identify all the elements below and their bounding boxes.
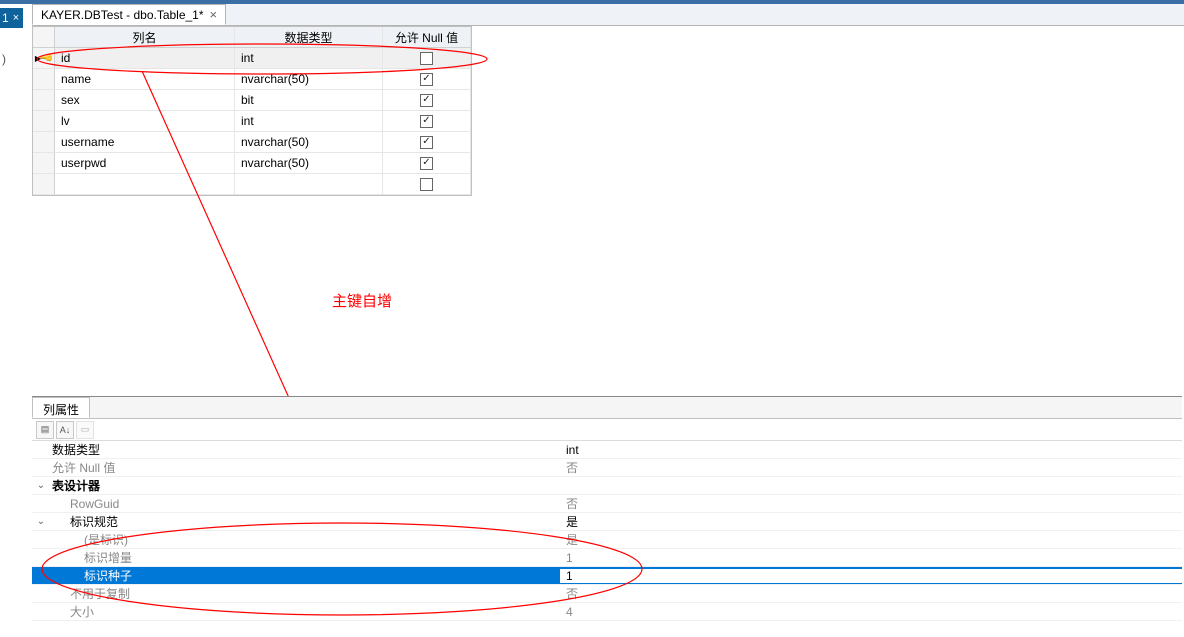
- property-value[interactable]: 1: [560, 569, 1182, 583]
- column-properties-panel: 列属性 ▤ A↓ ▭ 数据类型int允许 Null 值否⌄表设计器RowGuid…: [32, 396, 1182, 636]
- columns-grid[interactable]: 列名 数据类型 允许 Null 值 ▶🔑idintnamenvarchar(50…: [32, 26, 472, 196]
- property-row[interactable]: 允许 Null 值否: [32, 459, 1182, 477]
- header-allow-null[interactable]: 允许 Null 值: [383, 27, 471, 47]
- tab-column-properties[interactable]: 列属性: [32, 397, 90, 418]
- property-row[interactable]: 不用于复制否: [32, 585, 1182, 603]
- property-value[interactable]: 是: [560, 513, 1182, 530]
- header-data-type[interactable]: 数据类型: [235, 27, 383, 47]
- property-name: 数据类型: [50, 441, 560, 458]
- cell-type[interactable]: int: [235, 111, 383, 131]
- row-header[interactable]: [33, 174, 55, 194]
- checkbox-icon[interactable]: ✓: [420, 94, 433, 107]
- property-name: 标识规范: [50, 513, 560, 530]
- property-row[interactable]: 标识增量1: [32, 549, 1182, 567]
- alphabetical-button[interactable]: A↓: [56, 421, 74, 439]
- close-icon[interactable]: ×: [210, 8, 218, 21]
- property-value[interactable]: 4: [560, 605, 1182, 619]
- grid-row[interactable]: lvint ✓: [33, 111, 471, 132]
- property-name: (是标识): [50, 531, 560, 548]
- checkbox-icon[interactable]: [420, 52, 433, 65]
- grid-row[interactable]: userpwdnvarchar(50) ✓: [33, 153, 471, 174]
- row-header[interactable]: ▶🔑: [33, 48, 55, 68]
- property-value[interactable]: 否: [560, 459, 1182, 476]
- categorized-button[interactable]: ▤: [36, 421, 54, 439]
- grid-row[interactable]: usernamenvarchar(50) ✓: [33, 132, 471, 153]
- cell-name[interactable]: lv: [55, 111, 235, 131]
- property-row[interactable]: 大小4: [32, 603, 1182, 621]
- grid-row[interactable]: namenvarchar(50) ✓: [33, 69, 471, 90]
- property-name: RowGuid: [50, 497, 560, 511]
- primary-key-icon: 🔑: [39, 50, 55, 66]
- row-header[interactable]: [33, 153, 55, 173]
- property-name: 允许 Null 值: [50, 459, 560, 476]
- property-name: 标识增量: [50, 549, 560, 566]
- property-name: 表设计器: [50, 477, 560, 494]
- property-row[interactable]: 标识种子1: [32, 567, 1182, 585]
- annotation-label: 主键自增: [332, 290, 392, 311]
- checkbox-icon[interactable]: ✓: [420, 73, 433, 86]
- property-value[interactable]: 1: [560, 551, 1182, 565]
- checkbox-icon[interactable]: ✓: [420, 115, 433, 128]
- cell-name[interactable]: userpwd: [55, 153, 235, 173]
- cell-name[interactable]: id: [55, 48, 235, 68]
- property-row[interactable]: ⌄表设计器: [32, 477, 1182, 495]
- cell-name[interactable]: [55, 174, 235, 194]
- property-name: 大小: [50, 603, 560, 620]
- property-row[interactable]: 数据类型int: [32, 441, 1182, 459]
- cell-type[interactable]: nvarchar(50): [235, 69, 383, 89]
- grid-row[interactable]: ▶🔑idint: [33, 48, 471, 69]
- checkbox-icon[interactable]: [420, 178, 433, 191]
- cell-null[interactable]: ✓: [383, 90, 471, 110]
- property-row[interactable]: ⌄标识规范是: [32, 513, 1182, 531]
- header-column-name[interactable]: 列名: [55, 27, 235, 47]
- cell-null[interactable]: ✓: [383, 132, 471, 152]
- property-row[interactable]: RowGuid否: [32, 495, 1182, 513]
- close-icon[interactable]: ×: [13, 12, 19, 24]
- props-tabbar: 列属性: [32, 397, 1182, 419]
- cell-type[interactable]: bit: [235, 90, 383, 110]
- stray-paren: ): [2, 52, 6, 66]
- property-name: 标识种子: [50, 567, 560, 584]
- grid-header-row: 列名 数据类型 允许 Null 值: [33, 27, 471, 48]
- checkbox-icon[interactable]: ✓: [420, 136, 433, 149]
- property-value[interactable]: 否: [560, 495, 1182, 512]
- grid-empty-row[interactable]: [33, 174, 471, 195]
- cell-type[interactable]: int: [235, 48, 383, 68]
- row-header[interactable]: [33, 90, 55, 110]
- properties-grid[interactable]: 数据类型int允许 Null 值否⌄表设计器RowGuid否⌄标识规范是(是标识…: [32, 441, 1182, 621]
- cell-name[interactable]: sex: [55, 90, 235, 110]
- checkbox-icon[interactable]: ✓: [420, 157, 433, 170]
- property-value[interactable]: int: [560, 443, 1182, 457]
- property-row[interactable]: (是标识)是: [32, 531, 1182, 549]
- cell-null[interactable]: ✓: [383, 111, 471, 131]
- expand-icon[interactable]: ⌄: [32, 480, 50, 491]
- row-header-corner: [33, 27, 55, 47]
- row-header[interactable]: [33, 111, 55, 131]
- cell-type[interactable]: [235, 174, 383, 194]
- tab-label: KAYER.DBTest - dbo.Table_1*: [41, 8, 204, 22]
- partial-tab[interactable]: 1 ×: [0, 8, 23, 28]
- cell-null[interactable]: ✓: [383, 69, 471, 89]
- row-header[interactable]: [33, 132, 55, 152]
- expand-icon[interactable]: ⌄: [32, 516, 50, 527]
- props-toolbar: ▤ A↓ ▭: [32, 419, 1182, 441]
- cell-type[interactable]: nvarchar(50): [235, 153, 383, 173]
- left-strip: 1 × ): [0, 4, 32, 636]
- tab-fragment: 1: [2, 11, 9, 25]
- document-tabbar: KAYER.DBTest - dbo.Table_1* ×: [32, 4, 1184, 26]
- cell-null[interactable]: [383, 48, 471, 68]
- main-area: 列名 数据类型 允许 Null 值 ▶🔑idintnamenvarchar(50…: [32, 26, 1182, 636]
- property-value[interactable]: 否: [560, 585, 1182, 602]
- grid-row[interactable]: sexbit ✓: [33, 90, 471, 111]
- row-header[interactable]: [33, 69, 55, 89]
- props-pages-button[interactable]: ▭: [76, 421, 94, 439]
- cell-null[interactable]: [383, 174, 471, 194]
- cell-name[interactable]: username: [55, 132, 235, 152]
- cell-type[interactable]: nvarchar(50): [235, 132, 383, 152]
- cell-name[interactable]: name: [55, 69, 235, 89]
- cell-null[interactable]: ✓: [383, 153, 471, 173]
- tab-table-designer[interactable]: KAYER.DBTest - dbo.Table_1* ×: [32, 4, 226, 25]
- property-name: 不用于复制: [50, 585, 560, 602]
- property-value[interactable]: 是: [560, 531, 1182, 548]
